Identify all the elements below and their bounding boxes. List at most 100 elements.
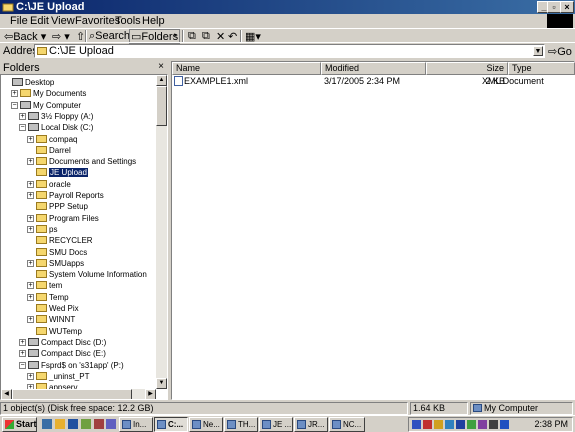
quicklaunch-icon[interactable]	[106, 419, 116, 429]
clock[interactable]: 2:38 PM	[534, 419, 568, 429]
tray-icon[interactable]	[500, 420, 509, 429]
tray-icon[interactable]	[434, 420, 443, 429]
vertical-scrollbar[interactable]: ▲ ▼	[156, 75, 167, 389]
task-button[interactable]: Ne...	[189, 417, 223, 432]
expand-icon[interactable]: +	[27, 225, 34, 233]
tree-item[interactable]: + My Documents	[11, 88, 86, 99]
expand-icon[interactable]: +	[27, 372, 34, 380]
tray-icon[interactable]	[467, 420, 476, 429]
address-input[interactable]: C:\JE Upload ▼	[34, 44, 545, 58]
scroll-right-icon[interactable]: ▶	[145, 389, 156, 399]
column-name[interactable]: Name	[172, 62, 321, 75]
quicklaunch-icon[interactable]	[94, 419, 104, 429]
desktop-icon[interactable]	[68, 419, 78, 429]
task-button[interactable]: In...	[119, 417, 153, 432]
tree-item[interactable]: + Temp	[27, 292, 69, 303]
file-row[interactable]: EXAMPLE1.xml	[174, 75, 248, 87]
folder-tree[interactable]: + appserv + _uninst_PT − Fsprd$ on 's31app' (…	[0, 74, 168, 400]
expand-icon[interactable]: +	[11, 90, 18, 98]
title-bar[interactable]: C:\JE Upload _ ▫ ×	[0, 0, 575, 14]
column-modified[interactable]: Modified	[321, 62, 426, 75]
outlook-icon[interactable]	[55, 419, 65, 429]
collapse-icon[interactable]: −	[19, 361, 26, 369]
expand-icon[interactable]: +	[27, 316, 34, 324]
expand-icon[interactable]: +	[19, 338, 26, 346]
collapse-icon[interactable]: −	[11, 101, 18, 109]
tree-item[interactable]: JE Upload	[27, 167, 88, 178]
tray-icon[interactable]	[423, 420, 432, 429]
tree-item[interactable]: + Compact Disc (D:)	[19, 337, 106, 348]
menu-tools[interactable]: Tools	[115, 15, 141, 27]
expand-icon[interactable]: +	[27, 214, 34, 222]
task-button[interactable]: JR...	[294, 417, 328, 432]
menu-edit[interactable]: Edit	[30, 15, 49, 27]
file-list[interactable]: Name Modified Size Type EXAMPLE1.xml 3/1…	[171, 61, 575, 400]
tree-item[interactable]: + oracle	[27, 179, 71, 190]
start-button[interactable]: Start	[2, 417, 37, 432]
expand-icon[interactable]: +	[27, 293, 34, 301]
tree-item[interactable]: + Program Files	[27, 213, 99, 224]
tree-item[interactable]: System Volume Information	[27, 269, 147, 280]
expand-icon[interactable]: +	[27, 135, 34, 143]
tree-item[interactable]: +3½ Floppy (A:)	[19, 111, 93, 122]
menu-help[interactable]: Help	[142, 15, 165, 27]
menu-file[interactable]: File	[10, 15, 28, 27]
history-icon[interactable]: ◔	[171, 30, 178, 42]
tree-item[interactable]: Desktop	[3, 77, 54, 88]
drive-icon	[28, 337, 39, 346]
tree-item[interactable]: PPP Setup	[27, 201, 88, 212]
task-button-active[interactable]: C:...	[154, 417, 188, 432]
quicklaunch-icon[interactable]	[81, 419, 91, 429]
go-button[interactable]: ⇨Go	[548, 45, 572, 58]
scroll-thumb[interactable]	[12, 389, 132, 399]
tray-icon[interactable]	[478, 420, 487, 429]
tree-item[interactable]: WUTemp	[27, 326, 82, 337]
tree-item[interactable]: + Documents and Settings	[27, 156, 136, 167]
expand-icon[interactable]: +	[27, 180, 34, 188]
tree-item[interactable]: − My Computer	[11, 100, 81, 111]
tray-icon[interactable]	[489, 420, 498, 429]
tree-item[interactable]: − Local Disk (C:)	[19, 122, 93, 133]
desktop-icon	[12, 78, 23, 86]
expand-icon[interactable]: +	[19, 350, 26, 358]
tree-item[interactable]: + SMUapps	[27, 258, 84, 269]
expand-icon[interactable]: +	[27, 259, 34, 267]
chevron-down-icon[interactable]: ▼	[533, 46, 543, 56]
tree-item[interactable]: + tem	[27, 280, 62, 291]
tree-item[interactable]: Darrel	[27, 145, 71, 156]
task-button[interactable]: TH...	[224, 417, 258, 432]
tree-item[interactable]: SMU Docs	[27, 247, 87, 258]
tree-item[interactable]: Wed Pix	[27, 303, 79, 314]
close-icon[interactable]: ×	[158, 61, 164, 72]
tree-item[interactable]: RECYCLER	[27, 235, 93, 246]
column-size[interactable]: Size	[426, 62, 508, 75]
horizontal-scrollbar[interactable]: ◀ ▶	[1, 389, 156, 399]
expand-icon[interactable]: +	[27, 158, 34, 166]
task-button[interactable]: JE ...	[259, 417, 293, 432]
tray-icon[interactable]	[412, 420, 421, 429]
expand-icon[interactable]: +	[27, 282, 34, 290]
tree-item[interactable]: + compaq	[27, 134, 77, 145]
menu-favorites[interactable]: Favorites	[75, 15, 120, 27]
scroll-left-icon[interactable]: ◀	[1, 389, 12, 399]
expand-icon[interactable]: +	[19, 112, 26, 120]
tray-icon[interactable]	[456, 420, 465, 429]
task-button[interactable]: NC...	[329, 417, 365, 432]
column-type[interactable]: Type	[508, 62, 575, 75]
collapse-icon[interactable]: −	[19, 124, 26, 132]
tree-item[interactable]: − Fsprd$ on 's31app' (P:)	[19, 360, 124, 371]
scroll-down-icon[interactable]: ▼	[156, 378, 167, 389]
expand-icon[interactable]: +	[27, 192, 34, 199]
tree-item[interactable]: + Compact Disc (E:)	[19, 348, 106, 359]
tree-item[interactable]: + WINNT	[27, 314, 75, 325]
scroll-up-icon[interactable]: ▲	[156, 75, 167, 86]
tree-item[interactable]: + Payroll Reports	[27, 190, 104, 201]
tree-item[interactable]: + ps	[27, 224, 57, 235]
scroll-thumb[interactable]	[156, 86, 167, 126]
tray-icon[interactable]	[445, 420, 454, 429]
internet-explorer-icon[interactable]	[42, 419, 52, 429]
close-button[interactable]: ×	[560, 1, 574, 13]
menu-view[interactable]: View	[51, 15, 75, 27]
maximize-button[interactable]: ▫	[547, 1, 561, 13]
tree-item[interactable]: + _uninst_PT	[27, 371, 89, 382]
